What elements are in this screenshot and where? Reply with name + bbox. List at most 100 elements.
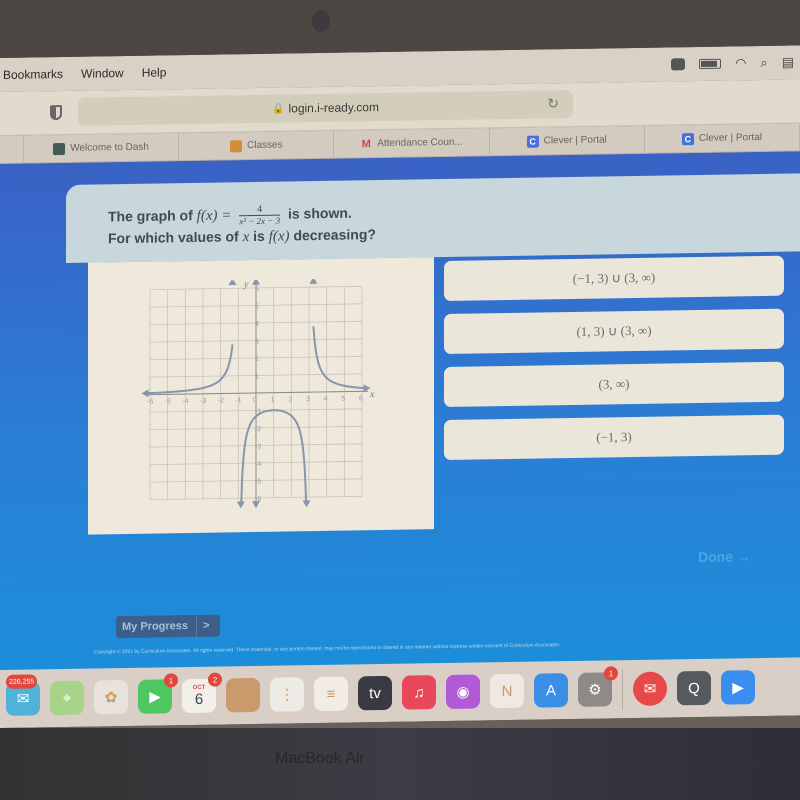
- contacts-icon[interactable]: ☺: [226, 677, 260, 713]
- battery-icon[interactable]: [699, 58, 722, 70]
- x-tick-label: -5: [165, 398, 171, 405]
- x-tick-label: 3: [306, 396, 310, 403]
- airmail-icon[interactable]: ✉: [633, 671, 667, 707]
- calendar-day: 6: [194, 690, 204, 708]
- y-tick-label: -4: [255, 461, 261, 468]
- tab-classes[interactable]: Classes: [179, 130, 335, 161]
- address-bar[interactable]: 🔒 login.i-ready.com ↻: [78, 89, 573, 126]
- privacy-shield-icon[interactable]: [50, 105, 62, 121]
- facetime-icon[interactable]: ▶ 1: [138, 673, 178, 714]
- notes-icon[interactable]: ≡: [314, 676, 348, 712]
- maps-icon[interactable]: ⌖: [50, 680, 84, 716]
- tab-label: Clever | Portal: [698, 132, 762, 145]
- dock-separator: [622, 669, 623, 710]
- tab-attendance[interactable]: M Attendance Coun...: [334, 128, 490, 158]
- y-tick-label: 2: [255, 356, 259, 363]
- variable-x: x: [242, 229, 250, 246]
- iready-lesson-page: The graph of f(x) = 4 x² − 2x − 3 is sho…: [0, 151, 800, 684]
- question-text: For which values of: [108, 228, 243, 247]
- calendar-icon[interactable]: OCT 6 2: [182, 672, 222, 714]
- y-axis-label: y: [243, 279, 249, 290]
- question-text: is: [253, 227, 269, 245]
- control-center-icon[interactable]: ▤: [782, 55, 794, 71]
- clever-icon: C: [681, 132, 694, 145]
- tv-icon[interactable]: tv: [358, 675, 392, 711]
- search-icon[interactable]: ⌕: [760, 55, 767, 71]
- x-tick-label: 4: [324, 396, 328, 403]
- done-button[interactable]: Done →: [698, 548, 751, 565]
- screen: Bookmarks Window Help ◠ ⌕ ▤ 🔒 login.i-re…: [0, 45, 800, 728]
- tab-clever-portal-2[interactable]: C Clever | Portal: [644, 123, 800, 153]
- x-tick-label: -1: [235, 397, 241, 404]
- news-icon[interactable]: N: [490, 673, 524, 709]
- answer-choice-2[interactable]: (1, 3) ∪ (3, ∞): [444, 308, 784, 355]
- y-tick-label: 3: [255, 338, 259, 345]
- gmail-icon: M: [361, 137, 371, 150]
- lock-icon: 🔒: [272, 103, 285, 115]
- question-prompt: The graph of f(x) = 4 x² − 2x − 3 is sho…: [66, 173, 800, 263]
- x-tick-label: 6: [359, 395, 363, 402]
- zoom-icon[interactable]: ▶: [721, 670, 755, 705]
- dock: ✉ 226,255 ⌖ ✿ ▶ 1 OCT 6 2 ☺ ⋮ ≡ tv ♫ ◉ N A ⚙ 1 ✉ Q ▶: [0, 657, 800, 728]
- system-preferences-icon[interactable]: ⚙ 1: [578, 666, 618, 707]
- reminders-icon[interactable]: ⋮: [270, 677, 304, 712]
- y-tick-label: -5: [255, 478, 261, 485]
- answer-choice-3[interactable]: (3, ∞): [444, 361, 784, 408]
- x-tick-label: -6: [147, 399, 153, 406]
- mail-icon[interactable]: ✉ 226,255: [6, 674, 40, 716]
- x-tick-label: 5: [341, 396, 345, 403]
- copyright-text: Copyright © 2021 by Curriculum Associate…: [94, 642, 561, 656]
- camera-icon[interactable]: [671, 58, 686, 71]
- tab-clever-portal-1[interactable]: C Clever | Portal: [489, 125, 645, 156]
- clever-icon: C: [526, 135, 539, 148]
- tab-label: Clever | Portal: [543, 134, 607, 147]
- arrow-left-branch-end: [141, 389, 149, 398]
- my-progress-button[interactable]: My Progress >: [116, 614, 220, 639]
- function-fx: f(x): [268, 228, 290, 245]
- notification-badge: 1: [164, 673, 178, 688]
- dash-icon: [53, 142, 66, 155]
- graph-panel: x y -6 -5 -4 -3 -2 -1 0 1 2 3 4 5 6 -6 -5 -4 -3 -2 -1 1 2 3 4 5 6: [88, 257, 434, 535]
- tab-blank[interactable]: [0, 135, 24, 163]
- webcam: [312, 10, 330, 32]
- question-text: is shown.: [287, 204, 352, 222]
- x-tick-label: -4: [182, 398, 188, 405]
- question-text: The graph of: [108, 207, 197, 225]
- arrow-middle-left: [236, 501, 245, 509]
- answer-choice-1[interactable]: (−1, 3) ∪ (3, ∞): [444, 255, 784, 302]
- app-store-icon[interactable]: A: [534, 673, 568, 708]
- y-tick-label: 6: [255, 286, 259, 293]
- function-graph: xy-6 -5 -4 -3 -2 -1 0 1 2 3 4 5 6-6-5-4-3-2-1123456: [141, 278, 375, 509]
- url-text: login.i-ready.com: [288, 100, 379, 116]
- photos-icon[interactable]: ✿: [94, 679, 128, 715]
- notification-badge: 226,255: [6, 674, 38, 689]
- y-axis-arrow-up: [252, 278, 260, 285]
- menu-window[interactable]: Window: [72, 66, 133, 81]
- arrow-middle-right: [302, 500, 311, 508]
- fraction-numerator: 4: [239, 203, 281, 217]
- answer-choices: (−1, 3) ∪ (3, ∞) (1, 3) ∪ (3, ∞) (3, ∞) …: [444, 255, 784, 473]
- x-tick-label: 1: [271, 397, 275, 404]
- curve-left-branch: [146, 344, 234, 395]
- fraction-denominator: x² − 2x − 3: [239, 215, 281, 227]
- notification-badge: 1: [604, 666, 618, 681]
- fraction: 4 x² − 2x − 3: [239, 203, 281, 228]
- chevron-right-icon: >: [203, 619, 210, 632]
- y-tick-label: -3: [255, 443, 261, 450]
- y-tick-label: 4: [255, 321, 259, 328]
- reload-icon[interactable]: ↻: [547, 95, 559, 112]
- tab-welcome-to-dash[interactable]: Welcome to Dash: [24, 133, 180, 163]
- wifi-icon[interactable]: ◠: [735, 55, 746, 71]
- question-line-2: For which values of x is f(x) decreasing…: [108, 226, 376, 248]
- x-tick-label: -2: [218, 397, 224, 404]
- menu-help[interactable]: Help: [133, 65, 176, 80]
- answer-choice-4[interactable]: (−1, 3): [444, 414, 784, 461]
- music-icon[interactable]: ♫: [402, 675, 436, 710]
- menu-bookmarks[interactable]: Bookmarks: [0, 67, 72, 82]
- tab-label: Classes: [247, 139, 283, 152]
- podcasts-icon[interactable]: ◉: [446, 674, 480, 709]
- laptop-bezel-bottom: MacBook Air: [0, 728, 800, 800]
- arrow-left-branch-top: [228, 278, 237, 286]
- quicktime-icon[interactable]: Q: [677, 670, 711, 706]
- x-axis-label: x: [369, 389, 375, 400]
